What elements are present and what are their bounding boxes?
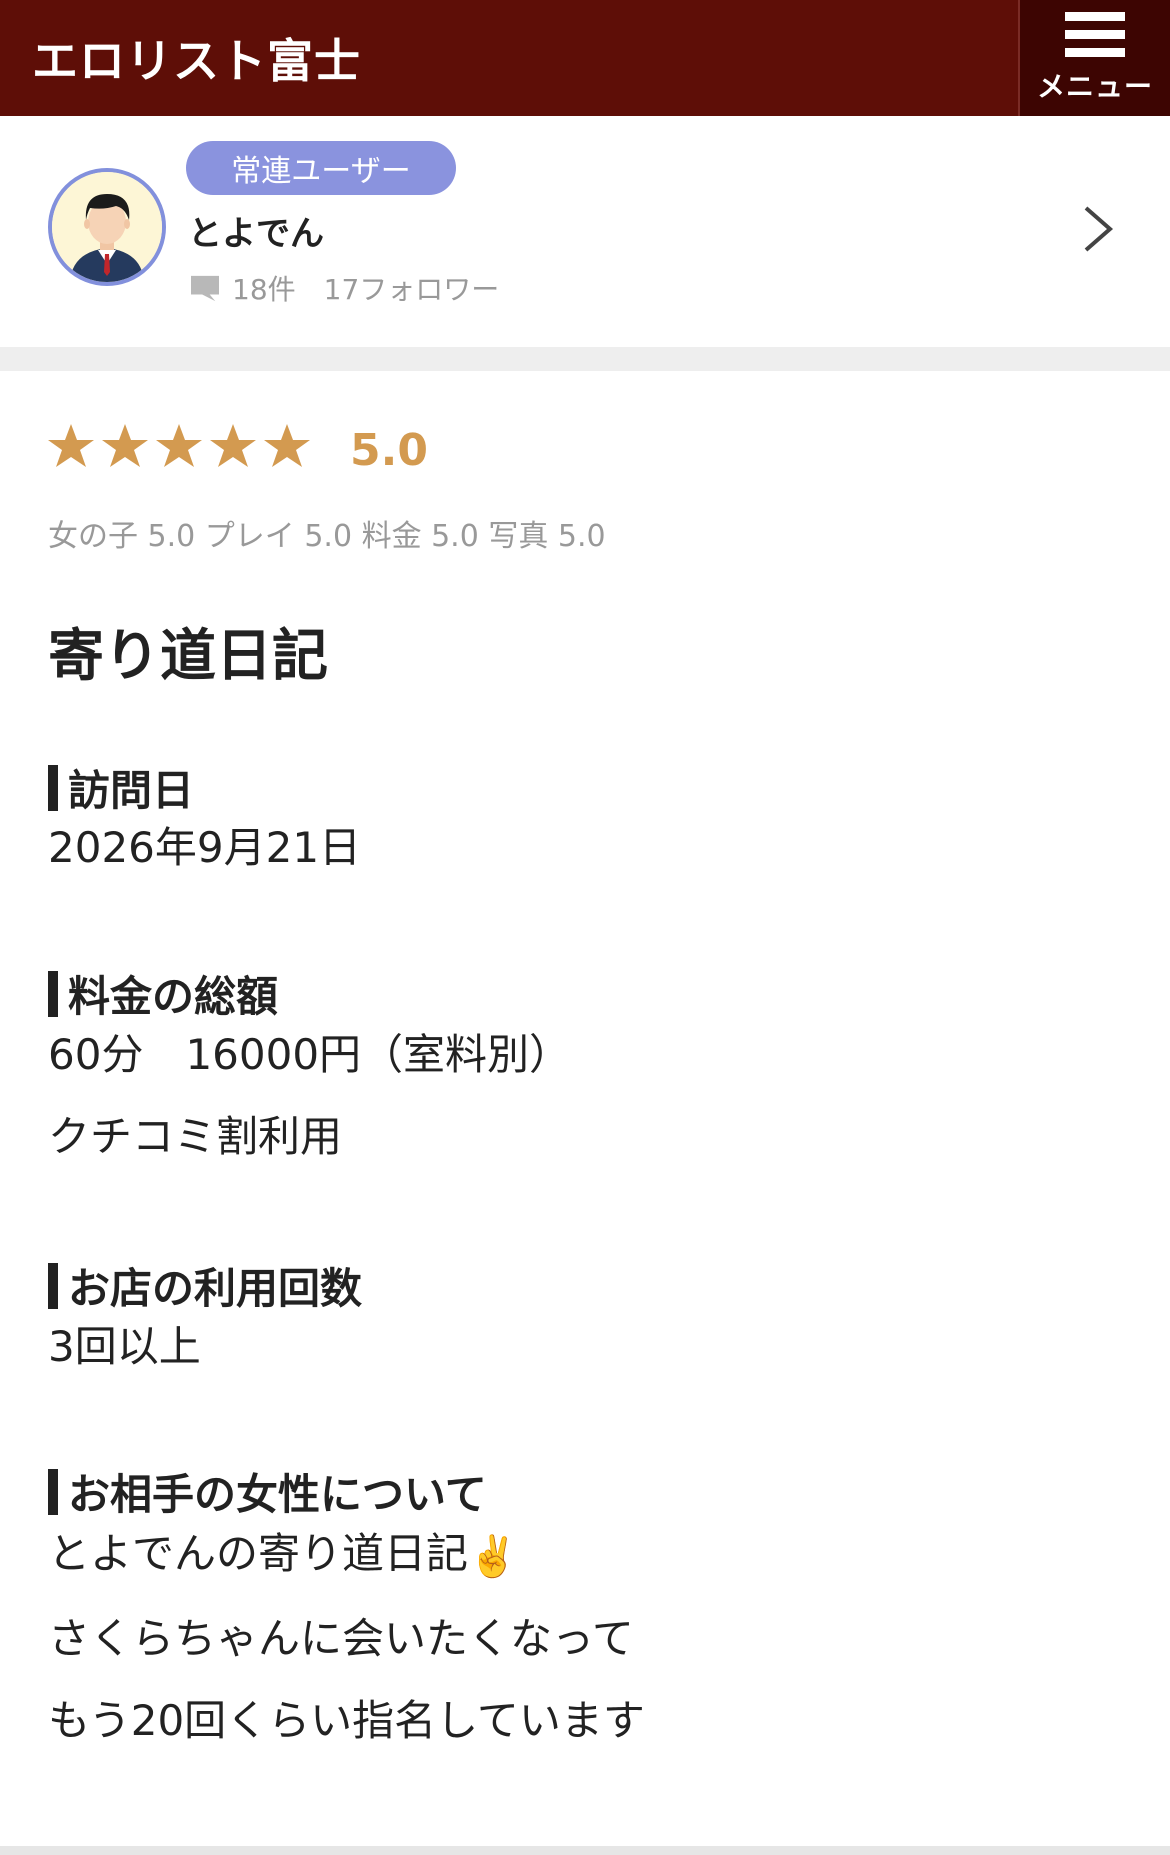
reviewer-name[interactable]: とよでん bbox=[188, 206, 324, 255]
star-icon bbox=[264, 424, 310, 467]
peace-sign-icon: ✌️ bbox=[468, 1533, 518, 1580]
about-line-text: とよでんの寄り道日記 bbox=[48, 1529, 469, 1578]
heading-bar bbox=[48, 764, 58, 811]
heading-bar bbox=[48, 1468, 58, 1515]
reviewer-stats-text: 18件 17フォロワー bbox=[232, 273, 500, 306]
comment-icon bbox=[191, 275, 219, 302]
price-value: 60分 16000円（室料別） クチコミ割利用 bbox=[48, 1014, 571, 1178]
rating-value: 5.0 bbox=[350, 425, 428, 476]
avatar-person-icon bbox=[52, 172, 162, 282]
header-bar: エロリスト富士 メニュー bbox=[0, 0, 1170, 116]
reviewer-stats: 18件 17フォロワー bbox=[188, 268, 499, 308]
price-line: クチコミ割利用 bbox=[48, 1112, 343, 1161]
section-divider bbox=[0, 347, 1170, 371]
star-icon bbox=[102, 424, 148, 467]
heading-bar bbox=[48, 970, 58, 1017]
star-rating bbox=[46, 421, 316, 471]
star-icon bbox=[210, 424, 256, 467]
review-title: 寄り道日記 bbox=[48, 624, 328, 689]
site-title[interactable]: エロリスト富士 bbox=[32, 25, 1018, 91]
hamburger-icon bbox=[1065, 11, 1125, 57]
menu-label: メニュー bbox=[1036, 69, 1153, 103]
chevron-right-icon[interactable] bbox=[1080, 204, 1116, 254]
about-line: さくらちゃんに会いたくなって bbox=[48, 1613, 634, 1663]
about-line: もう20回くらい指名しています bbox=[48, 1695, 645, 1745]
about-girl-text: とよでんの寄り道日記✌️ さくらちゃんに会いたくなって もう20回くらい指名して… bbox=[48, 1513, 645, 1762]
visit-count-line: 3回以上 bbox=[48, 1322, 201, 1371]
visit-date-value: 2026年9月21日 bbox=[48, 807, 361, 889]
visit-date-line: 2026年9月21日 bbox=[48, 823, 362, 872]
bottom-divider bbox=[0, 1846, 1170, 1855]
star-icon bbox=[48, 424, 94, 467]
user-rank-badge: 常連ユーザー bbox=[186, 141, 456, 195]
reviewer-card[interactable]: 常連ユーザー とよでん 18件 17フォロワー bbox=[0, 116, 1170, 347]
price-line: 60分 16000円（室料別） bbox=[48, 1030, 572, 1079]
about-line: とよでんの寄り道日記✌️ bbox=[48, 1513, 645, 1598]
avatar bbox=[48, 168, 166, 286]
sub-ratings: 女の子 5.0 プレイ 5.0 料金 5.0 写真 5.0 bbox=[48, 519, 606, 554]
menu-button[interactable]: メニュー bbox=[1018, 0, 1170, 116]
star-icon bbox=[156, 424, 202, 467]
visit-count-value: 3回以上 bbox=[48, 1306, 201, 1388]
heading-bar bbox=[48, 1262, 58, 1309]
